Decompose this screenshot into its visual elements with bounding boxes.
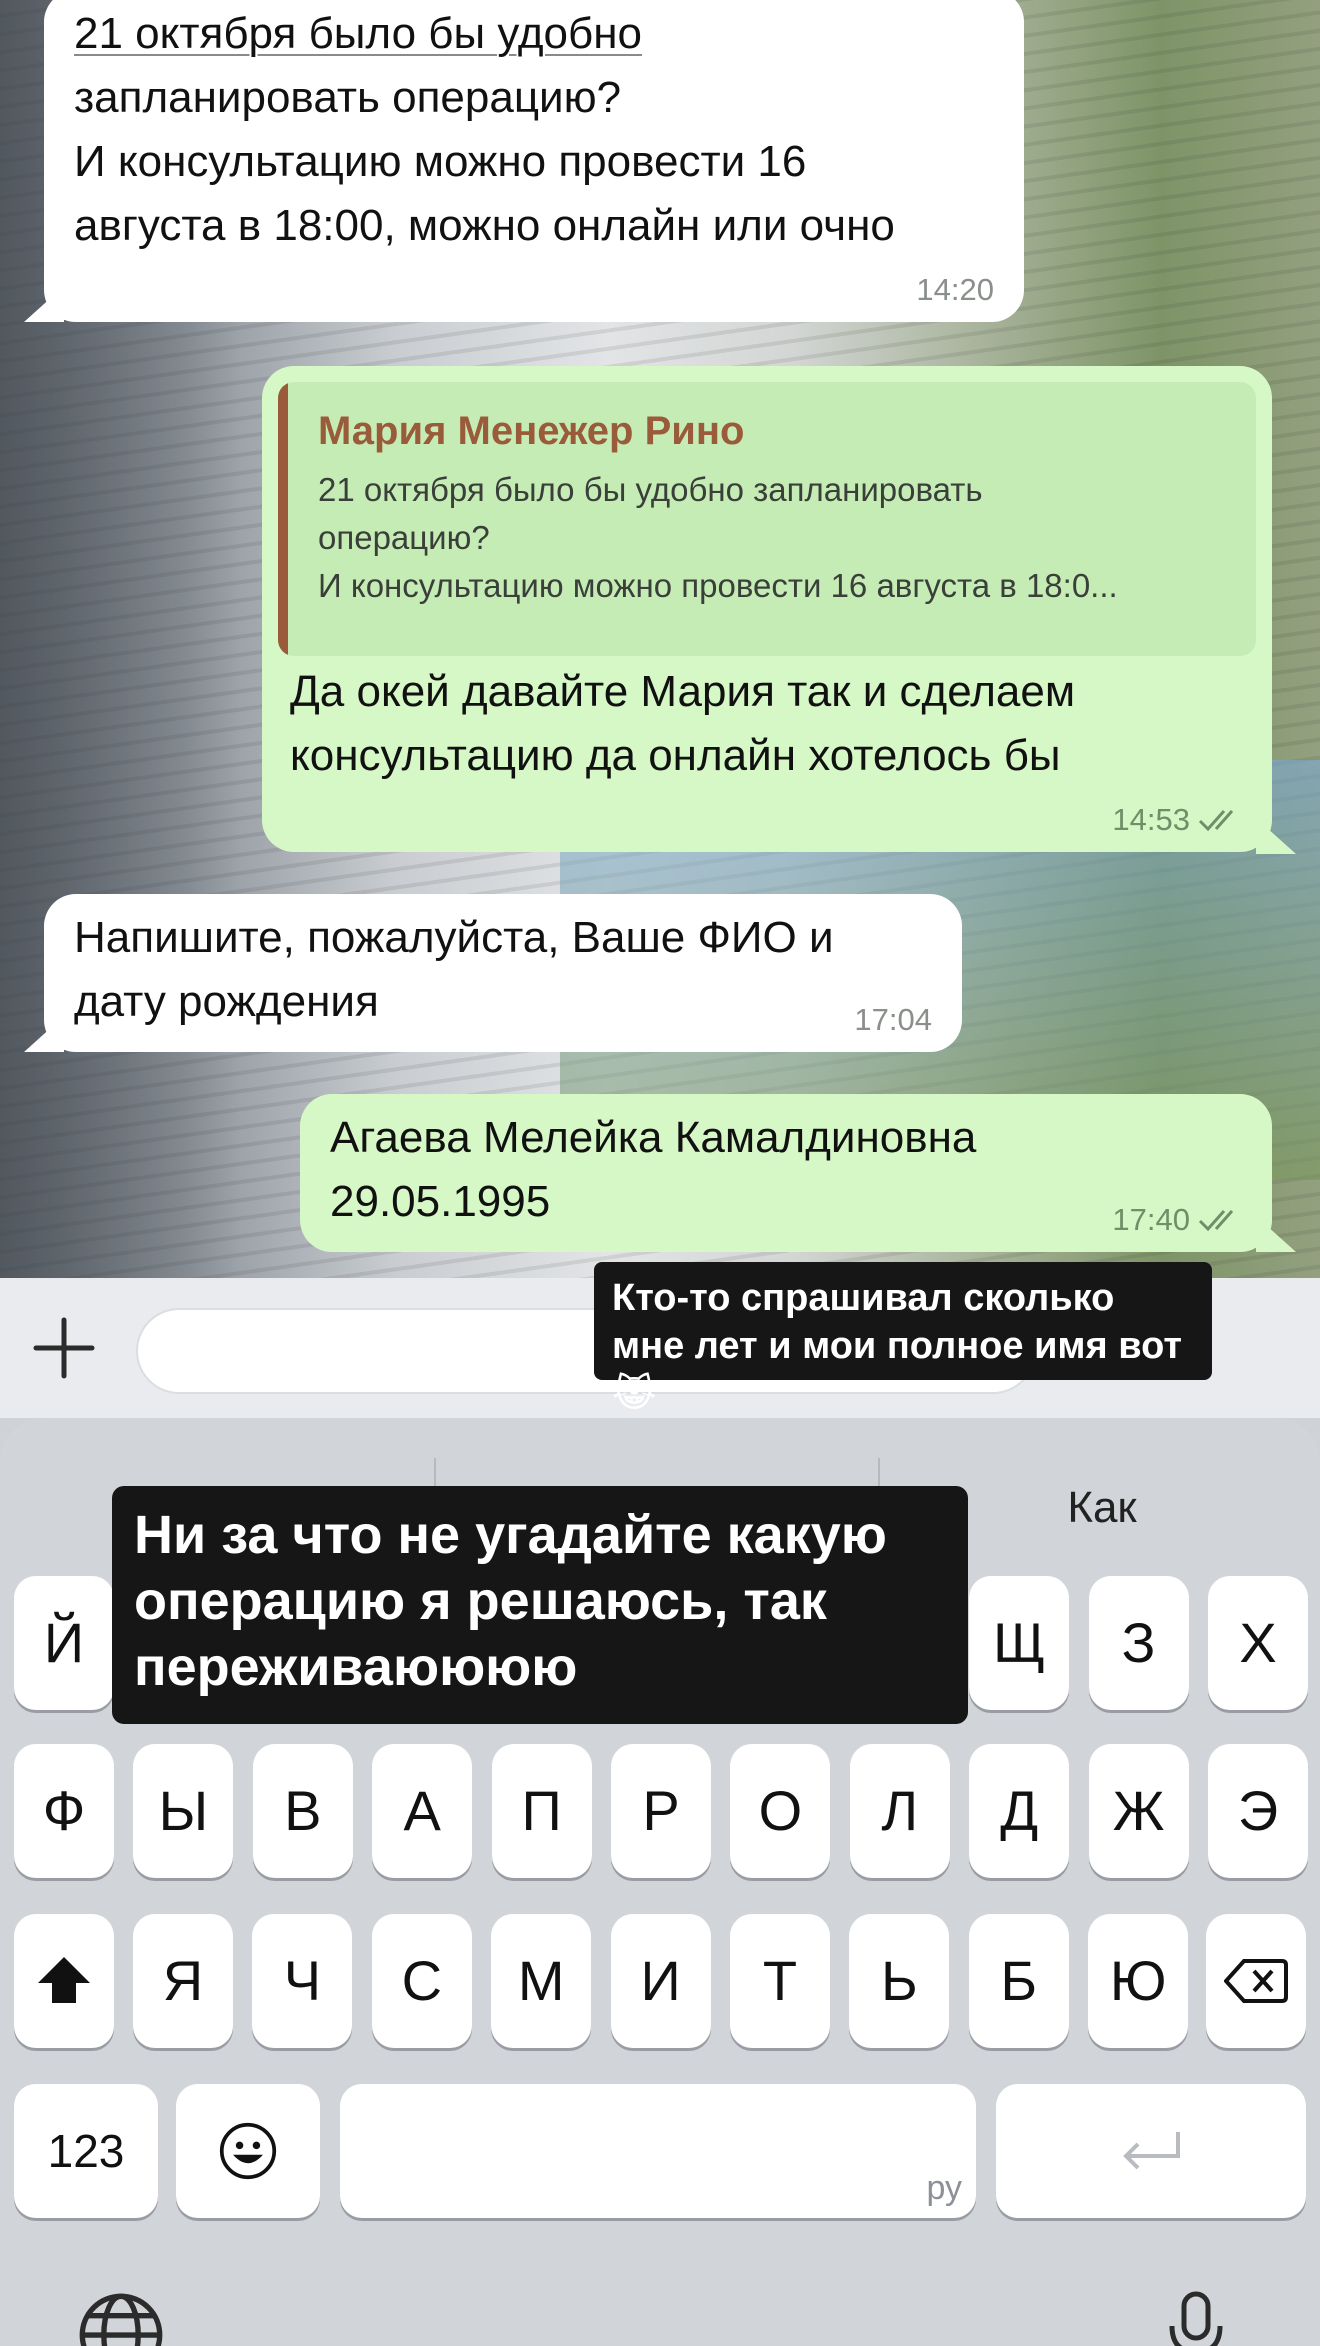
key-row1-11[interactable]: Х — [1208, 1576, 1308, 1710]
story-caption-mid: Ни за что не угадайте какую операцию я р… — [112, 1486, 968, 1724]
message-text: Да окей давайте Мария так и сделаем конс… — [290, 667, 1076, 780]
message-time: 14:20 — [916, 272, 994, 307]
key-row1-10[interactable]: З — [1088, 1576, 1189, 1710]
message-time: 17:40 — [1112, 1200, 1242, 1240]
key-row2-9[interactable]: Д — [969, 1744, 1070, 1878]
emoji-icon — [219, 2122, 277, 2180]
bubble-tail — [1256, 1216, 1296, 1252]
key-row2-2[interactable]: Ы — [133, 1744, 234, 1878]
message-bubble-outgoing[interactable]: Агаева Мелейка Камалдиновна 29.05.1995 1… — [300, 1094, 1272, 1252]
globe-icon[interactable] — [78, 2292, 164, 2346]
key-row1-1[interactable]: Й — [14, 1576, 114, 1710]
plus-icon[interactable] — [30, 1314, 98, 1382]
message-time: 14:53 — [1112, 800, 1242, 840]
keyboard-language-label: ру — [926, 2169, 962, 2207]
message-time: 17:04 — [854, 1002, 932, 1037]
key-row2-1[interactable]: Ф — [14, 1744, 114, 1878]
read-checkmarks-icon — [1198, 1210, 1234, 1232]
key-row2-4[interactable]: А — [372, 1744, 473, 1878]
return-icon — [1123, 2132, 1180, 2170]
reply-quote[interactable]: Мария Менежер Рино 21 октября было бы уд… — [278, 382, 1256, 656]
shift-key[interactable] — [14, 1914, 114, 2048]
read-checkmarks-icon — [1198, 810, 1234, 832]
key-row2-10[interactable]: Ж — [1088, 1744, 1189, 1878]
message-text: Агаева Мелейка Камалдиновна 29.05.1995 — [330, 1113, 977, 1226]
key-row1-9[interactable]: Щ — [969, 1576, 1070, 1710]
key-row3-1[interactable]: Я — [133, 1914, 233, 2048]
backspace-icon — [1223, 1959, 1288, 2003]
key-row3-3[interactable]: С — [371, 1914, 472, 2048]
key-row2-11[interactable]: Э — [1208, 1744, 1308, 1878]
key-row3-4[interactable]: М — [491, 1914, 592, 2048]
emoji-key[interactable] — [176, 2084, 320, 2218]
microphone-icon[interactable] — [1166, 2290, 1226, 2346]
key-row2-6[interactable]: Р — [611, 1744, 711, 1878]
key-row3-6[interactable]: Т — [730, 1914, 830, 2048]
key-row2-8[interactable]: Л — [849, 1744, 950, 1878]
key-row3-8[interactable]: Б — [968, 1914, 1069, 2048]
story-caption-top: Кто-то спрашивал сколько мне лет и мои п… — [594, 1262, 1212, 1415]
key-row3-7[interactable]: Ь — [849, 1914, 950, 2048]
message-bubble-outgoing[interactable]: Мария Менежер Рино 21 октября было бы уд… — [262, 366, 1272, 852]
key-row2-5[interactable]: П — [491, 1744, 592, 1878]
key-row2-3[interactable]: В — [252, 1744, 353, 1878]
reply-author: Мария Менежер Рино — [318, 409, 745, 453]
chat-wallpaper: 21 октября было бы удобно запланировать … — [0, 0, 1320, 1278]
key-row3-5[interactable]: И — [610, 1914, 711, 2048]
backspace-key[interactable] — [1206, 1914, 1306, 2048]
message-text: 21 октября было бы удобно запланировать … — [74, 9, 895, 250]
numbers-key[interactable]: 123 — [14, 2084, 158, 2218]
reply-quote-bar — [278, 382, 288, 656]
reply-text: 21 октября было бы удобно запланировать … — [318, 471, 1118, 604]
key-row3-2[interactable]: Ч — [252, 1914, 353, 2048]
shift-icon — [38, 1957, 90, 2003]
key-row2-7[interactable]: О — [730, 1744, 831, 1878]
message-bubble-incoming[interactable]: 21 октября было бы удобно запланировать … — [44, 0, 1024, 322]
date-link[interactable]: 21 октября было бы удобно — [74, 9, 642, 58]
return-key[interactable] — [996, 2084, 1306, 2218]
message-bubble-incoming[interactable]: Напишите, пожалуйста, Ваше ФИО и дату ро… — [44, 894, 962, 1052]
message-text: Напишите, пожалуйста, Ваше ФИО и дату ро… — [74, 913, 834, 1026]
key-row3-9[interactable]: Ю — [1088, 1914, 1189, 2048]
space-key[interactable]: ру — [340, 2084, 976, 2218]
